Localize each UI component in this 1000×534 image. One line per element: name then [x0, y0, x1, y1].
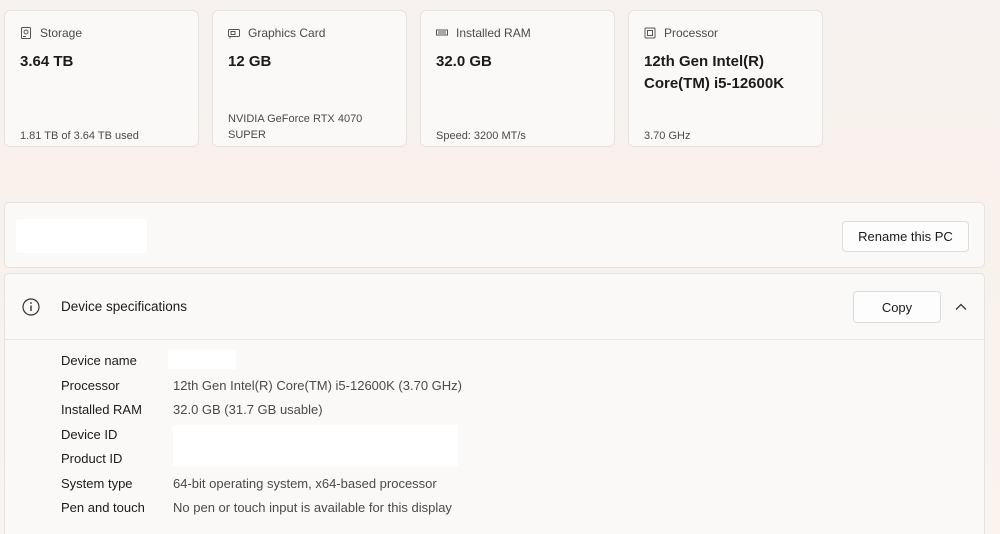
card-subtext: NVIDIA GeForce RTX 4070 SUPER	[228, 113, 363, 141]
pc-name-panel: Rename this PC	[4, 202, 985, 268]
storage-card: Storage 3.64 TB 1.81 TB of 3.64 TB used	[4, 10, 199, 147]
spec-key: Device ID	[61, 426, 118, 442]
installed-ram-card: Installed RAM 32.0 GB Speed: 3200 MT/s	[420, 10, 615, 147]
card-label: Processor	[664, 26, 719, 40]
spec-key: System type	[61, 475, 133, 491]
processor-card: Processor 12th Gen Intel(R) Core(TM) i5-…	[628, 10, 823, 147]
info-icon	[22, 298, 40, 316]
spec-key: Pen and touch	[61, 499, 145, 515]
spec-key: Device name	[61, 352, 137, 368]
graphics-card-icon	[228, 29, 240, 39]
ram-icon	[436, 29, 448, 36]
card-value: 3.64 TB	[20, 53, 74, 70]
pc-name-redacted	[16, 219, 147, 253]
spec-row-installed-ram: Installed RAM 32.0 GB (31.7 GB usable)	[61, 399, 323, 419]
device-specifications-panel: Device specifications Copy Device name P…	[4, 273, 985, 534]
spec-value: 12th Gen Intel(R) Core(TM) i5-12600K (3.…	[173, 377, 462, 393]
spec-value: No pen or touch input is available for t…	[173, 499, 452, 515]
section-title: Device specifications	[61, 299, 188, 314]
spec-row-system-type: System type 64-bit operating system, x64…	[61, 473, 437, 493]
card-value: 32.0 GB	[436, 53, 492, 70]
spec-row-pen-and-touch: Pen and touch No pen or touch input is a…	[61, 497, 452, 517]
graphics-card-card: Graphics Card 12 GB NVIDIA GeForce RTX 4…	[212, 10, 407, 147]
spec-value: 32.0 GB (31.7 GB usable)	[173, 401, 323, 417]
card-label: Storage	[40, 26, 83, 40]
card-label: Installed RAM	[456, 26, 531, 40]
spec-row-device-name: Device name	[61, 350, 173, 370]
card-subtext: 3.70 GHz	[644, 130, 691, 142]
spec-row-device-id: Device ID	[61, 424, 173, 444]
spec-key: Processor	[61, 377, 120, 393]
storage-icon	[21, 27, 31, 39]
card-subtext: 1.81 TB of 3.64 TB used	[20, 130, 139, 142]
copy-button[interactable]: Copy	[853, 291, 941, 323]
card-label: Graphics Card	[248, 26, 326, 40]
spec-key: Installed RAM	[61, 401, 142, 417]
spec-value: 64-bit operating system, x64-based proce…	[173, 475, 437, 491]
spec-row-processor: Processor 12th Gen Intel(R) Core(TM) i5-…	[61, 375, 462, 395]
device-name-redacted	[168, 350, 236, 369]
card-value: 12 GB	[228, 53, 272, 70]
card-value: 12th Gen Intel(R) Core(TM) i5-12600K	[644, 53, 785, 92]
processor-icon	[644, 27, 656, 39]
card-subtext: Speed: 3200 MT/s	[436, 130, 526, 142]
spec-key: Product ID	[61, 450, 123, 466]
spec-row-product-id: Product ID	[61, 448, 173, 468]
chevron-up-icon[interactable]	[953, 299, 969, 315]
device-specifications-header[interactable]: Device specifications Copy	[5, 274, 984, 340]
device-product-id-redacted	[173, 425, 458, 466]
rename-pc-button[interactable]: Rename this PC	[842, 221, 969, 252]
